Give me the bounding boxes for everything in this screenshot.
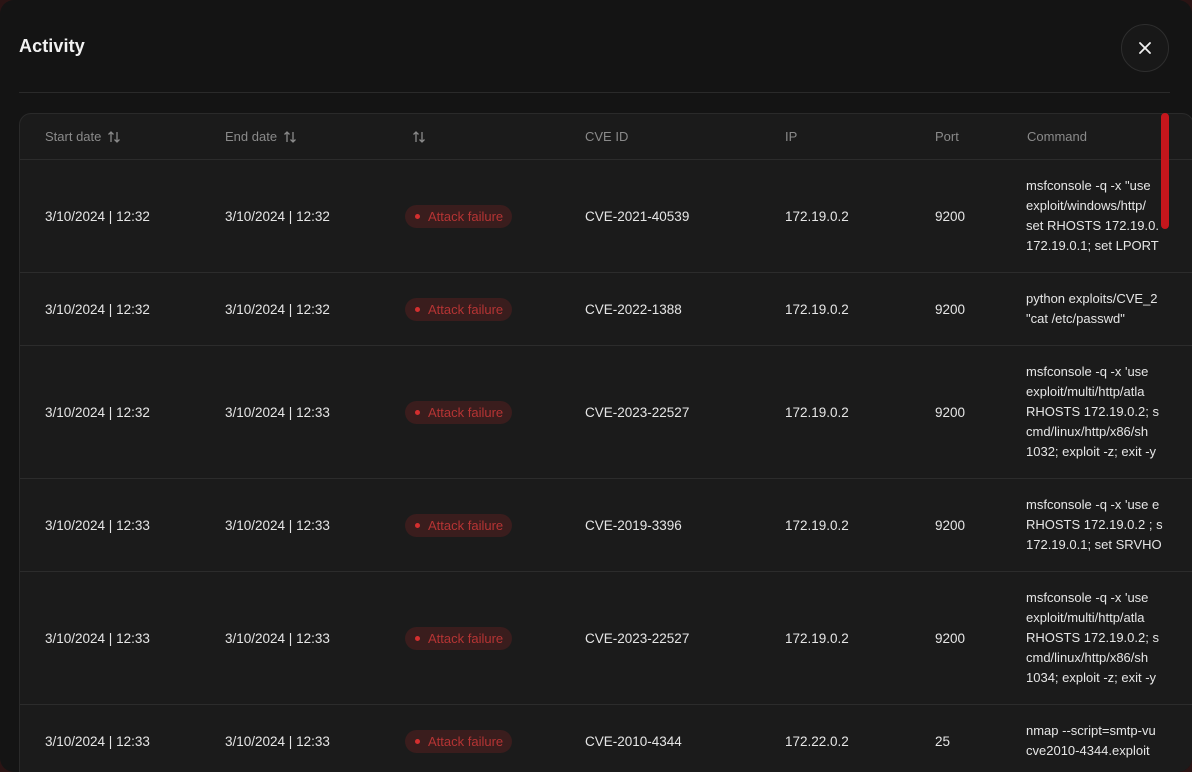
close-button[interactable] <box>1121 24 1169 72</box>
port-cell: 9200 <box>935 517 966 533</box>
status-badge: Attack failure <box>405 400 513 424</box>
start-date-cell: 3/10/2024 | 12:32 <box>45 404 150 420</box>
ip-cell: 172.19.0.2 <box>785 404 849 420</box>
command-text: msfconsole -q -x 'use exploit/multi/http… <box>1026 364 1159 459</box>
activity-table: Start date End date CVE ID IP Port Comma… <box>19 113 1192 772</box>
status-badge: Attack failure <box>405 297 513 321</box>
table-header: Start date End date CVE ID IP Port Comma… <box>20 114 1192 160</box>
ip-cell: 172.19.0.2 <box>785 301 849 317</box>
status-badge-label: Attack failure <box>428 301 504 317</box>
column-header-start-date[interactable]: Start date <box>45 114 121 159</box>
status-dot-icon <box>415 409 420 415</box>
start-date-cell: 3/10/2024 | 12:32 <box>45 208 150 224</box>
port-cell: 9200 <box>935 630 966 646</box>
status-cell: Attack failure <box>405 273 513 345</box>
start-date-cell: 3/10/2024 | 12:33 <box>45 517 150 533</box>
status-dot-icon <box>415 635 420 641</box>
column-header-status[interactable] <box>406 114 426 159</box>
cve-id-cell: CVE-2023-22527 <box>585 404 690 420</box>
start-date-cell: 3/10/2024 | 12:32 <box>45 301 150 317</box>
status-badge-label: Attack failure <box>428 733 504 749</box>
status-badge: Attack failure <box>405 626 513 650</box>
status-cell: Attack failure <box>405 572 513 704</box>
modal-header: Activity <box>0 0 1192 93</box>
end-date-cell: 3/10/2024 | 12:32 <box>225 301 330 317</box>
sort-icon[interactable] <box>283 130 297 144</box>
status-cell: Attack failure <box>405 160 513 272</box>
vertical-scrollbar[interactable] <box>1161 113 1169 229</box>
status-badge-label: Attack failure <box>428 208 504 224</box>
end-date-cell: 3/10/2024 | 12:33 <box>225 733 330 749</box>
command-text: python exploits/CVE_2 "cat /etc/passwd" <box>1026 291 1158 326</box>
cve-id-cell: CVE-2019-3396 <box>585 517 682 533</box>
cve-id-cell: CVE-2022-1388 <box>585 301 682 317</box>
column-header-cve-id: CVE ID <box>585 129 629 144</box>
status-dot-icon <box>415 738 420 744</box>
command-text: msfconsole -q -x "use exploit/windows/ht… <box>1026 178 1159 253</box>
port-cell: 9200 <box>935 404 966 420</box>
column-header-label: Start date <box>45 129 102 144</box>
command-text: nmap --script=smtp-vu cve2010-4344.explo… <box>1026 723 1156 758</box>
command-cell: python exploits/CVE_2 "cat /etc/passwd" <box>1026 273 1186 345</box>
command-cell: msfconsole -q -x 'use e RHOSTS 172.19.0.… <box>1026 479 1186 571</box>
status-cell: Attack failure <box>405 705 513 772</box>
table-row[interactable]: 3/10/2024 | 12:32 3/10/2024 | 12:33 Atta… <box>20 346 1192 479</box>
cve-id-cell: CVE-2010-4344 <box>585 733 682 749</box>
status-cell: Attack failure <box>405 479 513 571</box>
column-header-label: End date <box>225 129 278 144</box>
end-date-cell: 3/10/2024 | 12:33 <box>225 630 330 646</box>
status-badge-label: Attack failure <box>428 630 504 646</box>
command-cell: nmap --script=smtp-vu cve2010-4344.explo… <box>1026 705 1186 772</box>
status-dot-icon <box>415 522 420 528</box>
port-cell: 25 <box>935 733 951 749</box>
end-date-cell: 3/10/2024 | 12:33 <box>225 404 330 420</box>
status-badge: Attack failure <box>405 729 513 753</box>
cve-id-cell: CVE-2021-40539 <box>585 208 690 224</box>
ip-cell: 172.19.0.2 <box>785 630 849 646</box>
status-badge-label: Attack failure <box>428 404 504 420</box>
command-cell: msfconsole -q -x 'use exploit/multi/http… <box>1026 346 1186 478</box>
ip-cell: 172.19.0.2 <box>785 208 849 224</box>
cve-id-cell: CVE-2023-22527 <box>585 630 690 646</box>
ip-cell: 172.19.0.2 <box>785 517 849 533</box>
status-badge: Attack failure <box>405 513 513 537</box>
status-dot-icon <box>415 306 420 312</box>
column-header-command: Command <box>1027 129 1087 144</box>
activity-modal: Activity Start date End date CVE ID IP P… <box>0 0 1192 772</box>
status-badge-label: Attack failure <box>428 517 504 533</box>
status-badge: Attack failure <box>405 204 513 228</box>
start-date-cell: 3/10/2024 | 12:33 <box>45 733 150 749</box>
command-cell: msfconsole -q -x 'use exploit/multi/http… <box>1026 572 1186 704</box>
column-header-port: Port <box>935 129 959 144</box>
end-date-cell: 3/10/2024 | 12:32 <box>225 208 330 224</box>
port-cell: 9200 <box>935 301 966 317</box>
modal-title: Activity <box>19 36 85 56</box>
status-cell: Attack failure <box>405 346 513 478</box>
table-row[interactable]: 3/10/2024 | 12:33 3/10/2024 | 12:33 Atta… <box>20 572 1192 705</box>
header-divider <box>19 92 1170 93</box>
close-icon <box>1139 42 1151 54</box>
sort-icon[interactable] <box>412 130 426 144</box>
start-date-cell: 3/10/2024 | 12:33 <box>45 630 150 646</box>
command-text: msfconsole -q -x 'use exploit/multi/http… <box>1026 590 1159 685</box>
table-row[interactable]: 3/10/2024 | 12:32 3/10/2024 | 12:32 Atta… <box>20 273 1192 346</box>
sort-icon[interactable] <box>107 130 121 144</box>
table-row[interactable]: 3/10/2024 | 12:32 3/10/2024 | 12:32 Atta… <box>20 160 1192 273</box>
table-row[interactable]: 3/10/2024 | 12:33 3/10/2024 | 12:33 Atta… <box>20 479 1192 572</box>
column-header-ip: IP <box>785 129 798 144</box>
port-cell: 9200 <box>935 208 966 224</box>
column-header-end-date[interactable]: End date <box>225 114 297 159</box>
ip-cell: 172.22.0.2 <box>785 733 849 749</box>
command-text: msfconsole -q -x 'use e RHOSTS 172.19.0.… <box>1026 497 1163 552</box>
table-row[interactable]: 3/10/2024 | 12:33 3/10/2024 | 12:33 Atta… <box>20 705 1192 772</box>
end-date-cell: 3/10/2024 | 12:33 <box>225 517 330 533</box>
status-dot-icon <box>415 213 420 219</box>
